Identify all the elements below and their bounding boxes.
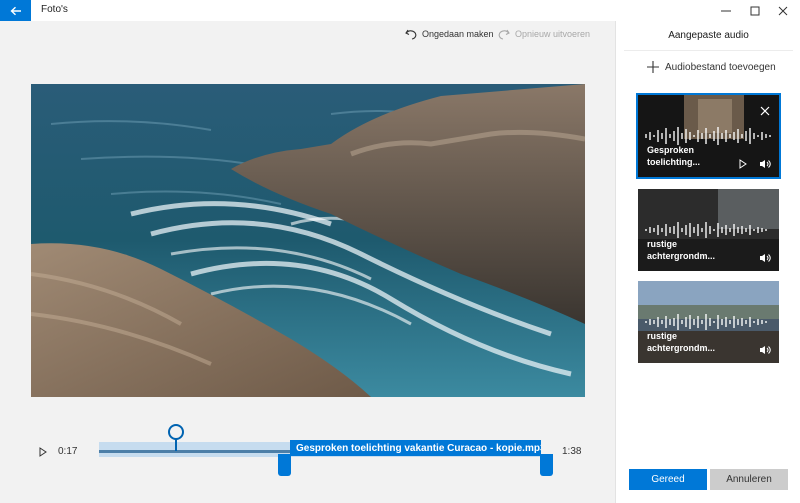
redo-label: Opnieuw uitvoeren xyxy=(515,29,591,39)
volume-icon[interactable] xyxy=(759,345,771,355)
plus-icon xyxy=(647,61,659,73)
audio-track-card[interactable]: rustige achtergrondm... xyxy=(638,281,779,363)
volume-icon[interactable] xyxy=(759,253,771,263)
track-controls xyxy=(759,253,771,263)
trim-handle-end[interactable] xyxy=(540,454,553,476)
maximize-icon xyxy=(750,6,760,15)
close-icon xyxy=(760,106,770,116)
editor-area: Ongedaan maken Opnieuw uitvoeren 0:17 Ge… xyxy=(0,21,615,503)
close-icon xyxy=(778,6,788,15)
minimize-button[interactable] xyxy=(714,0,738,21)
custom-audio-panel: Aangepaste audio Audiobestand toevoegen … xyxy=(615,21,800,503)
add-audio-label: Audiobestand toevoegen xyxy=(665,61,776,73)
track-title-line1: rustige xyxy=(647,239,678,249)
video-frame-image xyxy=(31,84,585,397)
track-title-line1: rustige xyxy=(647,331,678,341)
done-button[interactable]: Gereed xyxy=(629,469,707,490)
undo-label: Ongedaan maken xyxy=(422,29,494,39)
trim-handle-start[interactable] xyxy=(278,454,291,476)
track-title-line2: toelichting... xyxy=(647,157,700,167)
current-time: 0:17 xyxy=(58,446,78,457)
play-icon[interactable] xyxy=(739,159,747,169)
redo-button[interactable]: Opnieuw uitvoeren xyxy=(498,28,590,40)
track-title-line1: Gesproken xyxy=(647,145,695,155)
audio-track-card[interactable]: rustige achtergrondm... xyxy=(638,189,779,271)
redo-icon xyxy=(498,29,510,40)
app-title: Foto's xyxy=(41,4,68,15)
track-controls xyxy=(759,345,771,355)
undo-icon xyxy=(405,29,417,40)
play-button[interactable] xyxy=(38,445,48,457)
volume-icon[interactable] xyxy=(759,159,771,169)
undo-button[interactable]: Ongedaan maken xyxy=(405,28,494,40)
title-bar: Foto's xyxy=(0,0,800,21)
timeline-progress xyxy=(99,450,290,453)
end-time: 1:38 xyxy=(562,446,582,457)
cancel-button[interactable]: Annuleren xyxy=(710,469,788,490)
track-title-line2: achtergrondm... xyxy=(647,251,716,261)
close-window-button[interactable] xyxy=(771,0,795,21)
divider xyxy=(624,50,793,51)
maximize-button[interactable] xyxy=(743,0,767,21)
audio-track-card[interactable]: Gesproken toelichting... xyxy=(636,93,781,179)
arrow-left-icon xyxy=(9,6,21,15)
video-preview[interactable] xyxy=(31,84,585,397)
playhead-handle[interactable] xyxy=(168,424,184,440)
add-audio-file-button[interactable]: Audiobestand toevoegen xyxy=(647,61,776,73)
remove-track-button[interactable] xyxy=(760,103,770,121)
minimize-icon xyxy=(721,10,731,11)
play-icon xyxy=(39,447,47,457)
back-button[interactable] xyxy=(0,0,31,21)
track-title-line2: achtergrondm... xyxy=(647,343,716,353)
audio-clip-segment[interactable]: Gesproken toelichting vakantie Curacao -… xyxy=(290,440,541,456)
panel-title: Aangepaste audio xyxy=(668,30,749,41)
track-controls xyxy=(739,159,771,169)
